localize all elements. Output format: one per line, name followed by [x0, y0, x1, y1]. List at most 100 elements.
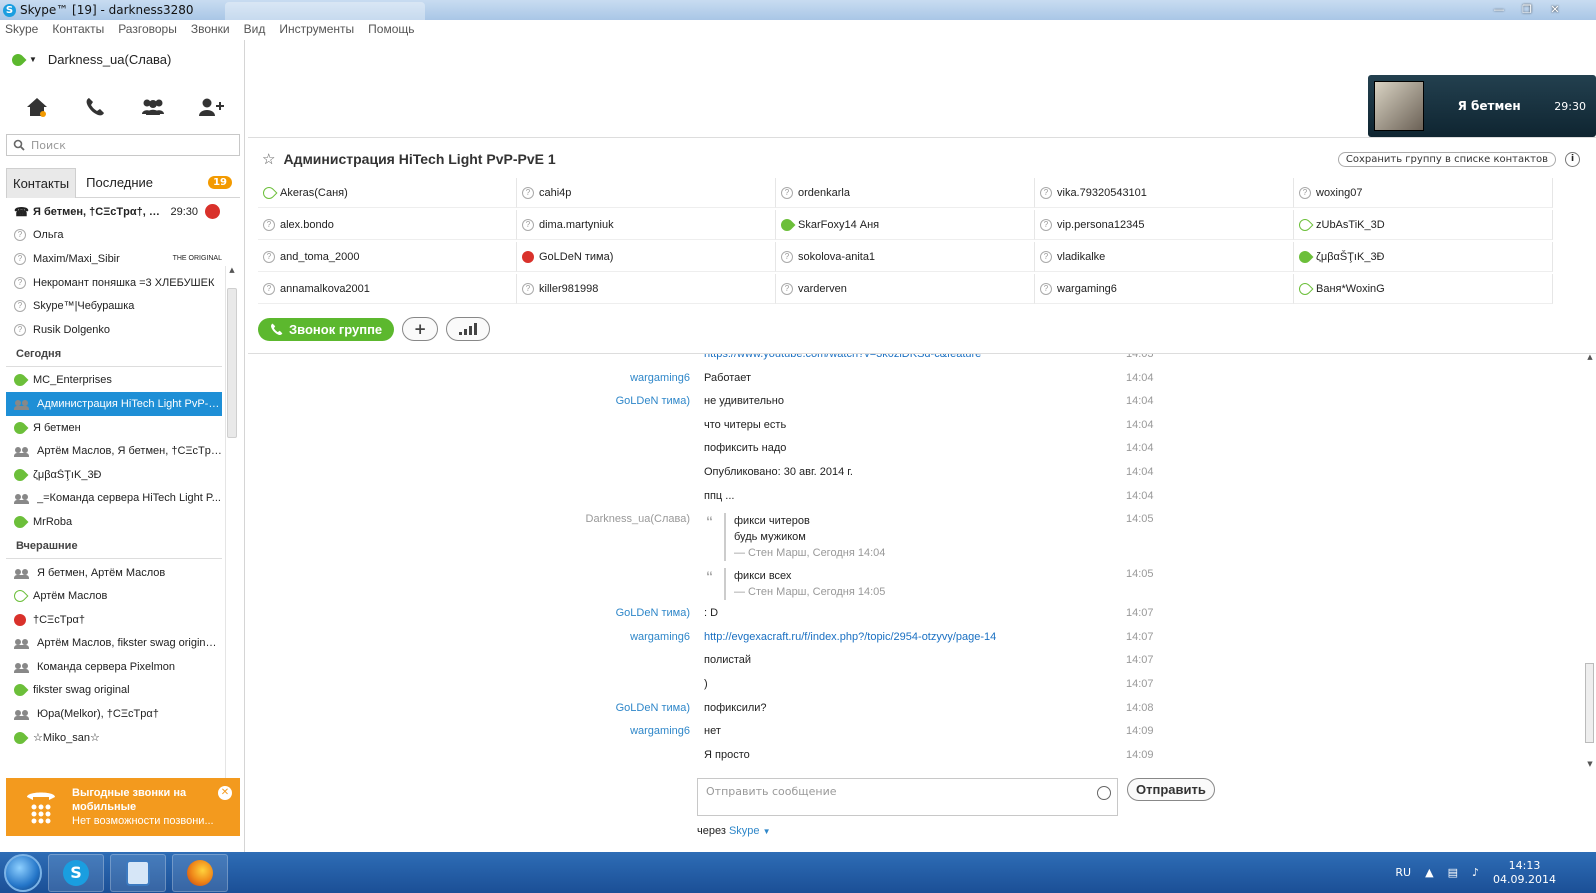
contact-item[interactable]: ζμβαŠŢıK_3Ð	[6, 463, 222, 487]
member-item[interactable]: dima.martyniuk	[517, 210, 776, 240]
member-item[interactable]: vip.persona12345	[1035, 210, 1294, 240]
menu-item-5[interactable]: Инструменты	[279, 22, 354, 40]
menu-item-3[interactable]: Звонки	[191, 22, 230, 40]
star-icon[interactable]: ☆	[262, 150, 275, 168]
contact-item[interactable]: Ольга	[6, 224, 222, 248]
quote-body: фикси читеров будь мужиком — Стен Марш, Се…	[724, 513, 1024, 562]
member-item[interactable]: ζμβαŠŢıK_3Ð	[1294, 242, 1553, 272]
contact-item[interactable]: Я бетмен	[6, 416, 222, 440]
member-item[interactable]: zUbAsTiK_3D	[1294, 210, 1553, 240]
home-icon[interactable]	[21, 95, 53, 119]
member-item[interactable]: woxing07	[1294, 178, 1553, 208]
emoticon-icon[interactable]	[1097, 786, 1111, 800]
add-participant-button[interactable]: +	[402, 317, 439, 341]
group-icon[interactable]	[137, 95, 169, 119]
profile-status[interactable]: ▼ Darkness_ua(Слава)	[9, 51, 171, 68]
message-link[interactable]: https://www.youtube.com/watch?v=3k0ziDKS…	[704, 354, 981, 360]
contact-list-scrollbar[interactable]: ▲ ▼	[225, 266, 238, 806]
contact-item[interactable]: Я бетмен, Артём Маслов	[6, 561, 222, 585]
member-item[interactable]: alex.bondo	[258, 210, 517, 240]
scrollbar-thumb[interactable]	[227, 288, 237, 438]
contact-item[interactable]: Команда сервера Pixelmon	[6, 655, 222, 679]
contact-item[interactable]: Артём Маслов, fikster swag original...	[6, 632, 222, 656]
info-icon[interactable]: i	[1565, 152, 1580, 167]
message-author[interactable]: wargaming6	[390, 725, 690, 737]
menu-item-0[interactable]: Skype	[5, 22, 38, 40]
add-contact-icon[interactable]	[195, 95, 227, 119]
taskbar-app[interactable]	[110, 853, 166, 892]
menu-item-1[interactable]: Контакты	[52, 22, 104, 40]
member-item[interactable]: and_toma_2000	[258, 242, 517, 272]
taskbar-skype[interactable]: S	[48, 853, 104, 892]
message-author[interactable]: GoLDeN тима)	[390, 607, 690, 619]
status-unknown-icon	[263, 218, 275, 231]
message-input[interactable]: Отправить сообщение	[697, 778, 1118, 816]
close-promo-button[interactable]: ✕	[218, 786, 232, 800]
contact-item[interactable]: †CΞcTpα†	[6, 608, 222, 632]
contact-item[interactable]: Rusik Dolgenko	[6, 318, 222, 342]
hang-up-icon[interactable]	[205, 204, 220, 220]
member-item[interactable]: Akeras(Саня)	[258, 178, 517, 208]
close-button[interactable]: ✕	[1542, 0, 1568, 18]
contact-item[interactable]: Администрация HiTech Light PvP-P...	[6, 392, 222, 416]
language-indicator[interactable]: RU	[1395, 866, 1411, 879]
tray-expand-icon[interactable]: ▲	[1425, 866, 1433, 879]
member-item[interactable]: cahi4p	[517, 178, 776, 208]
contact-item[interactable]: MrRoba	[6, 510, 222, 534]
contact-item[interactable]: Maxim/Maxi_Sibir THE ORIGINAL	[6, 247, 222, 271]
tab-contacts[interactable]: Контакты	[6, 167, 77, 198]
member-item[interactable]: annamalkova2001	[258, 274, 517, 304]
contact-item[interactable]: Некромант поняшка =3 ХЛЕБУШЕК	[6, 271, 222, 295]
contact-item[interactable]: MC_Enterprises	[6, 369, 222, 393]
contact-item[interactable]: Артём Маслов, Я бетмен, †CΞcTpα†	[6, 439, 222, 463]
active-call-item[interactable]: ☎ Я бетмен, †CΞcTpα†, C... 29:30	[6, 200, 222, 224]
member-item[interactable]: SkarFoxy14 Аня	[776, 210, 1035, 240]
call-quality-button[interactable]	[446, 317, 491, 341]
member-item[interactable]: sokolova-anita1	[776, 242, 1035, 272]
message-author[interactable]: GoLDeN тима)	[390, 395, 690, 407]
message-author[interactable]: wargaming6	[390, 372, 690, 384]
member-item[interactable]: vika.79320543101	[1035, 178, 1294, 208]
via-service-selector[interactable]: Skype	[729, 825, 760, 837]
promo-banner[interactable]: Выгодные звонки на мобильные Нет возможн…	[6, 778, 240, 836]
menu-item-2[interactable]: Разговоры	[118, 22, 177, 40]
member-item[interactable]: vladikalke	[1035, 242, 1294, 272]
volume-icon[interactable]: ♪	[1472, 866, 1479, 879]
chat-scrollbar[interactable]: ▲ ▼	[1584, 353, 1596, 768]
message-author[interactable]: Darkness_ua(Слава)	[390, 513, 690, 525]
minimize-button[interactable]: —	[1486, 0, 1512, 18]
tab-recent[interactable]: Последние	[80, 168, 159, 198]
call-video-tile[interactable]: Я бетмен 29:30	[1368, 75, 1596, 137]
contact-item[interactable]: Юра(Melkor), †CΞcTpα†	[6, 702, 222, 726]
menu-item-6[interactable]: Помощь	[368, 22, 414, 40]
maximize-button[interactable]: ❐	[1514, 0, 1540, 18]
member-item[interactable]: wargaming6	[1035, 274, 1294, 304]
member-item[interactable]: GoLDeN тима)	[517, 242, 776, 272]
member-item[interactable]: ordenkarla	[776, 178, 1035, 208]
group-chat-icon	[14, 398, 30, 410]
search-input[interactable]: Поиск	[6, 134, 240, 156]
menu-item-4[interactable]: Вид	[244, 22, 266, 40]
start-button[interactable]	[4, 853, 42, 892]
clock[interactable]: 14:13 04.09.2014	[1493, 859, 1556, 887]
member-item[interactable]: Ваня*WoxinG	[1294, 274, 1553, 304]
save-group-button[interactable]: Сохранить группу в списке контактов	[1337, 152, 1556, 167]
chevron-down-icon[interactable]: ▼	[763, 827, 771, 836]
message-author[interactable]: wargaming6	[390, 631, 690, 643]
contact-item[interactable]: fikster swag original	[6, 679, 222, 703]
network-icon[interactable]: ▤	[1448, 866, 1458, 879]
scrollbar-thumb[interactable]	[1585, 663, 1594, 743]
status-away-icon	[260, 184, 278, 201]
phone-icon[interactable]	[79, 95, 111, 119]
taskbar-firefox[interactable]	[172, 853, 228, 892]
contact-item[interactable]: Артём Маслов	[6, 584, 222, 608]
message-author[interactable]: GoLDeN тима)	[390, 702, 690, 714]
contact-item[interactable]: Skype™|Чебурашка	[6, 294, 222, 318]
call-group-button[interactable]: Звонок группе	[258, 317, 395, 341]
member-item[interactable]: killer981998	[517, 274, 776, 304]
contact-item[interactable]: ☆Miko_san☆	[6, 726, 222, 750]
contact-item[interactable]: _=Команда сервера HiTech Light P...	[6, 487, 222, 511]
member-item[interactable]: varderven	[776, 274, 1035, 304]
message-link[interactable]: http://evgexacraft.ru/f/index.php?/topic…	[704, 631, 996, 643]
send-button[interactable]: Отправить	[1127, 778, 1215, 801]
